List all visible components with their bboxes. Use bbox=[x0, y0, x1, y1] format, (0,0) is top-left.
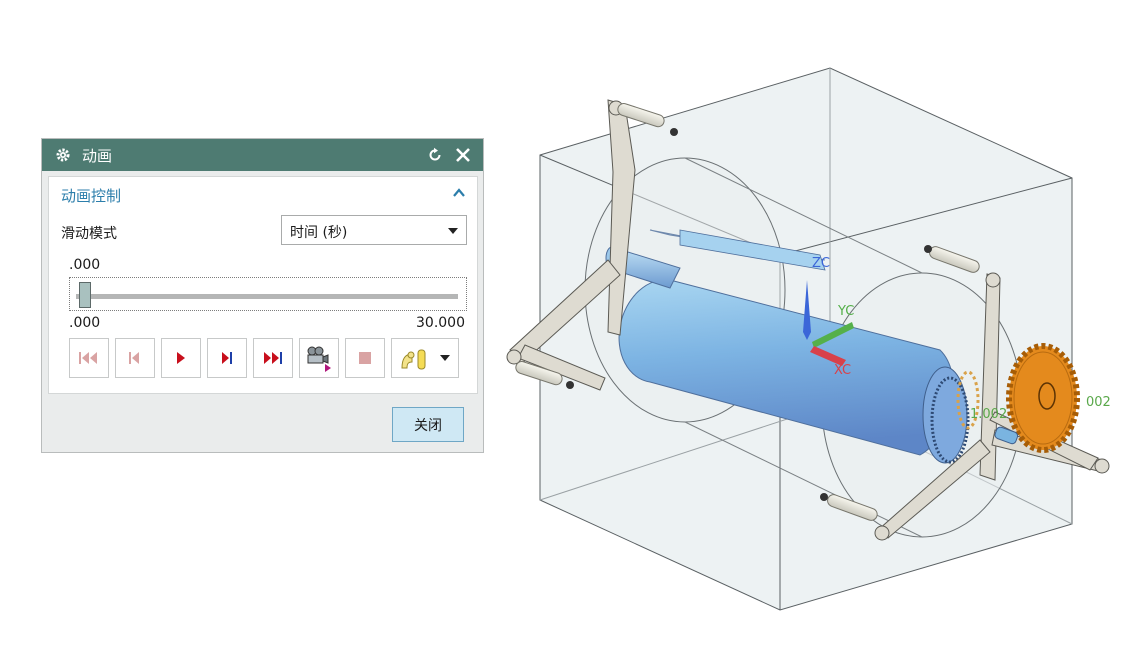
part-label-1: 1.002 bbox=[970, 407, 1008, 422]
current-time-value: .000 bbox=[69, 257, 101, 273]
close-icon[interactable] bbox=[453, 145, 473, 165]
dialog-titlebar[interactable]: 动画 bbox=[42, 139, 483, 171]
xc-axis-label: XC bbox=[834, 363, 852, 378]
fast-forward-button[interactable] bbox=[253, 338, 293, 378]
play-icon bbox=[177, 352, 185, 364]
fast-forward-icon bbox=[264, 352, 282, 364]
dialog-title: 动画 bbox=[82, 146, 113, 165]
part-label-2: 002 bbox=[1086, 395, 1111, 410]
step-back-button[interactable] bbox=[115, 338, 155, 378]
rewind-to-start-icon bbox=[79, 352, 97, 364]
animation-dialog: 动画 动画控制 滑动模式 时间 (秒) .000 .000 30.000 关闭 bbox=[41, 138, 484, 453]
step-back-icon bbox=[129, 352, 139, 364]
reset-icon[interactable] bbox=[425, 145, 445, 165]
camera-icon bbox=[307, 346, 331, 372]
slider-max-label: 30.000 bbox=[416, 315, 465, 331]
record-button[interactable] bbox=[299, 338, 339, 378]
chevron-up-icon[interactable] bbox=[451, 185, 467, 201]
step-forward-button[interactable] bbox=[207, 338, 247, 378]
slider-mode-label: 滑动模式 bbox=[61, 226, 117, 242]
yc-axis-label: YC bbox=[838, 304, 855, 319]
zc-axis-label: ZC bbox=[812, 256, 830, 271]
chevron-down-icon bbox=[448, 228, 458, 234]
stop-icon bbox=[359, 352, 371, 364]
rewind-to-start-button[interactable] bbox=[69, 338, 109, 378]
slider-mode-select[interactable]: 时间 (秒) bbox=[281, 215, 467, 245]
animation-control-group: 动画控制 滑动模式 时间 (秒) .000 .000 30.000 bbox=[48, 176, 478, 394]
loop-mode-icon bbox=[401, 349, 426, 370]
playback-mode-button[interactable] bbox=[391, 338, 459, 378]
slider-min-label: .000 bbox=[69, 315, 101, 331]
group-header[interactable]: 动画控制 bbox=[61, 185, 121, 206]
close-button[interactable]: 关闭 bbox=[392, 407, 464, 442]
slider-track[interactable] bbox=[76, 294, 458, 299]
stop-button[interactable] bbox=[345, 338, 385, 378]
play-button[interactable] bbox=[161, 338, 201, 378]
gear-icon[interactable] bbox=[54, 146, 72, 164]
time-slider[interactable] bbox=[69, 277, 467, 311]
graphics-viewport[interactable]: ZC YC XC 1.002 002 bbox=[490, 60, 1134, 630]
slider-thumb[interactable] bbox=[79, 282, 91, 308]
chevron-down-icon bbox=[440, 355, 450, 361]
slider-mode-value: 时间 (秒) bbox=[290, 225, 348, 241]
step-forward-icon bbox=[222, 352, 232, 364]
assembly-model bbox=[506, 67, 1110, 611]
